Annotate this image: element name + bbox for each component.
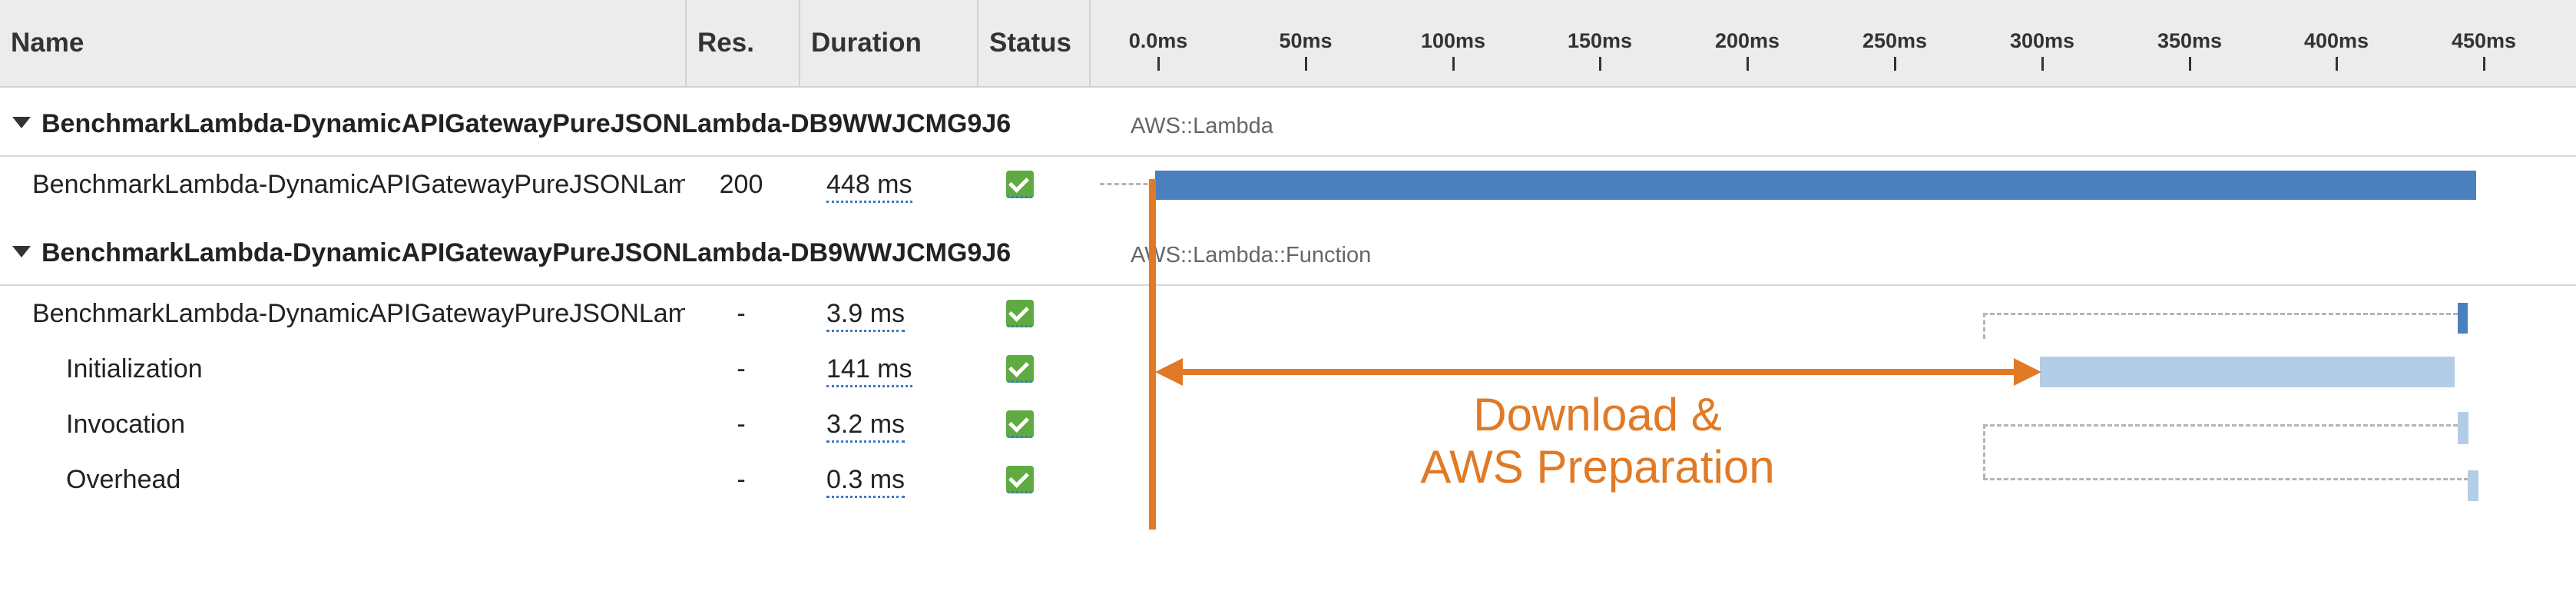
tick-mark bbox=[1599, 57, 1601, 71]
status-ok-icon[interactable] bbox=[1006, 300, 1034, 327]
column-header-name[interactable]: Name bbox=[0, 0, 685, 86]
tick-mark bbox=[2336, 57, 2338, 71]
status-ok-icon[interactable] bbox=[1006, 466, 1034, 493]
annotation-line-1: Download & bbox=[1473, 389, 1722, 440]
tick-label: 350ms bbox=[2157, 29, 2223, 52]
tick-mark bbox=[1305, 57, 1307, 71]
timeline-connector bbox=[1983, 313, 1985, 339]
tick-label: 50ms bbox=[1279, 29, 1333, 52]
row-res: - bbox=[737, 410, 746, 439]
row-name: BenchmarkLambda-DynamicAPIGatewayPureJSO… bbox=[32, 170, 685, 199]
tick-label: 200ms bbox=[1714, 29, 1780, 52]
tick-mark bbox=[1747, 57, 1749, 71]
column-divider[interactable] bbox=[1089, 0, 1091, 86]
trace-row[interactable]: BenchmarkLambda-DynamicAPIGatewayPureJSO… bbox=[0, 157, 2576, 212]
trace-row[interactable]: BenchmarkLambda-DynamicAPIGatewayPureJSO… bbox=[0, 286, 2576, 341]
timeline-bar[interactable] bbox=[2458, 303, 2468, 334]
tick-label: 400ms bbox=[2303, 29, 2369, 52]
annotation-line-2: AWS Preparation bbox=[1420, 441, 1775, 493]
arrow-right-icon bbox=[2014, 358, 2041, 386]
row-duration[interactable]: 3.2 ms bbox=[826, 397, 906, 452]
status-ok-icon[interactable] bbox=[1006, 355, 1034, 383]
row-res: 200 bbox=[719, 170, 763, 199]
row-duration[interactable]: 141 ms bbox=[826, 341, 912, 397]
trace-row[interactable]: Overhead - 0.3 ms bbox=[0, 452, 2576, 507]
row-res: - bbox=[737, 354, 746, 384]
timeline-gap-line bbox=[1100, 183, 1155, 185]
group-type: AWS::Lambda bbox=[1131, 114, 1273, 138]
status-ok-icon[interactable] bbox=[1006, 410, 1034, 438]
group-title: BenchmarkLambda-DynamicAPIGatewayPureJSO… bbox=[41, 238, 1012, 267]
tick-mark bbox=[1894, 57, 1896, 71]
column-header-res[interactable]: Res. bbox=[687, 0, 799, 86]
tick-label: 100ms bbox=[1420, 29, 1486, 52]
annotation-label: Download & AWS Preparation bbox=[1367, 389, 1828, 493]
collapse-triangle-icon[interactable] bbox=[12, 246, 31, 257]
row-name: Initialization bbox=[66, 354, 203, 384]
timeline-gap-line bbox=[1983, 313, 2458, 315]
tick-label: 450ms bbox=[2451, 29, 2517, 52]
tick-mark bbox=[1157, 57, 1160, 71]
group-title: BenchmarkLambda-DynamicAPIGatewayPureJSO… bbox=[41, 109, 1012, 138]
row-duration[interactable]: 448 ms bbox=[826, 157, 912, 212]
table-header: Name Res. Duration Status 0.0ms 50ms 100… bbox=[0, 0, 2576, 88]
row-name: BenchmarkLambda-DynamicAPIGatewayPureJSO… bbox=[32, 299, 685, 328]
timeline-bar[interactable] bbox=[1155, 171, 2476, 200]
row-res: - bbox=[737, 299, 746, 328]
row-name: Invocation bbox=[66, 410, 185, 439]
timeline-bar[interactable] bbox=[2040, 357, 2455, 387]
timeline-gap-line bbox=[1983, 424, 2458, 427]
tick-mark bbox=[2189, 57, 2191, 71]
trace-row[interactable]: Invocation - 3.2 ms bbox=[0, 397, 2576, 478]
tick-label: 150ms bbox=[1567, 29, 1633, 52]
tick-label: 250ms bbox=[1862, 29, 1928, 52]
column-header-duration[interactable]: Duration bbox=[800, 0, 977, 86]
group-header-row[interactable]: BenchmarkLambda-DynamicAPIGatewayPureJSO… bbox=[0, 94, 2576, 157]
timeline-bar[interactable] bbox=[2458, 412, 2468, 444]
tick-mark bbox=[2041, 57, 2044, 71]
column-header-status[interactable]: Status bbox=[978, 0, 1089, 86]
tick-label: 0.0ms bbox=[1128, 29, 1188, 52]
tick-label: 300ms bbox=[2009, 29, 2075, 52]
row-name: Overhead bbox=[66, 465, 181, 494]
arrow-left-icon bbox=[1155, 358, 1183, 386]
collapse-triangle-icon[interactable] bbox=[12, 117, 31, 128]
tick-mark bbox=[1452, 57, 1455, 71]
tick-mark bbox=[2483, 57, 2485, 71]
timeline-gap-line bbox=[1983, 478, 2468, 480]
annotation-arrow-line bbox=[1175, 369, 2015, 375]
row-res: - bbox=[737, 465, 746, 494]
group-header-row[interactable]: BenchmarkLambda-DynamicAPIGatewayPureJSO… bbox=[0, 223, 2576, 286]
timeline-bar[interactable] bbox=[2468, 470, 2478, 501]
status-ok-icon[interactable] bbox=[1006, 171, 1034, 198]
row-duration[interactable]: 3.9 ms bbox=[826, 286, 906, 341]
annotation-vertical-line bbox=[1149, 179, 1156, 530]
row-duration[interactable]: 0.3 ms bbox=[826, 452, 906, 507]
group-type: AWS::Lambda::Function bbox=[1131, 243, 1372, 267]
